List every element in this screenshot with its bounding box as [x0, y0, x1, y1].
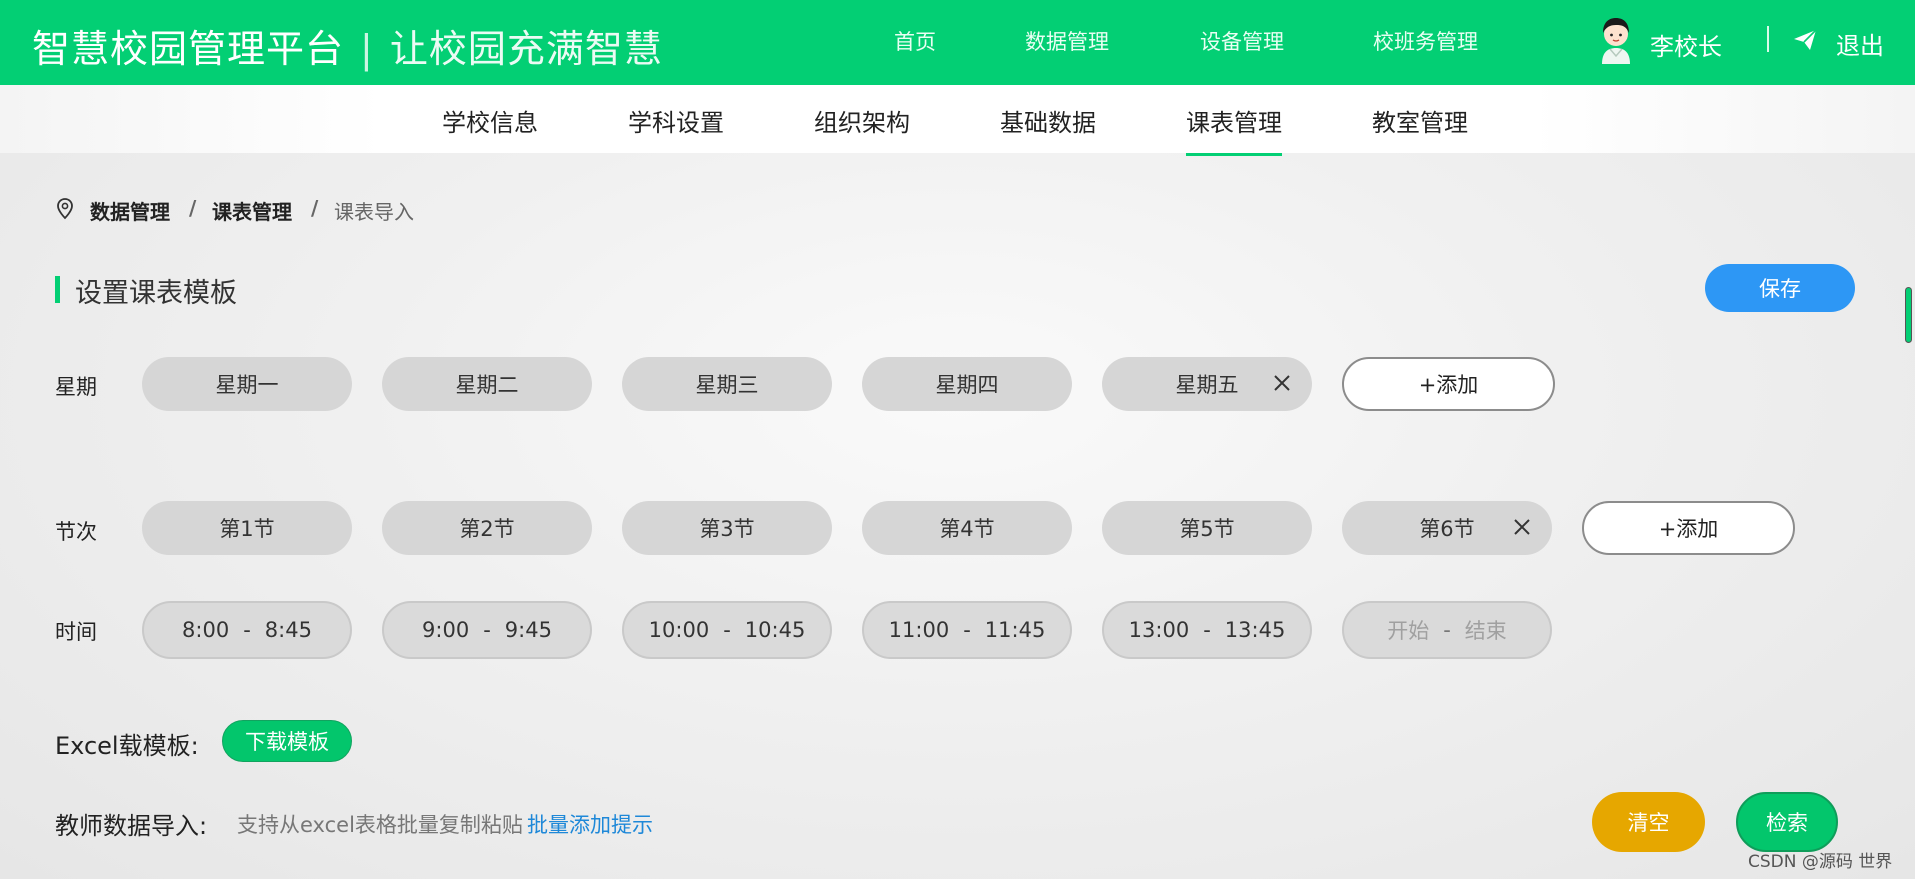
tab-subject-settings[interactable]: 学科设置 — [628, 103, 724, 138]
breadcrumb-separator: / — [189, 196, 197, 220]
search-button[interactable]: 检索 — [1736, 792, 1838, 852]
location-pin-icon — [57, 198, 73, 220]
weekday-chip-label: 星期五 — [1175, 373, 1239, 397]
period-row-label: 节次 — [55, 520, 97, 544]
period-chip[interactable]: 第2节 — [382, 501, 592, 555]
batch-add-tips-link[interactable]: 批量添加提示 — [527, 809, 653, 839]
time-range-input[interactable]: 9:00-9:45 — [382, 601, 592, 659]
period-chip-label: 第4节 — [939, 517, 995, 541]
time-range-input[interactable]: 11:00-11:45 — [862, 601, 1072, 659]
period-chip[interactable]: 第1节 — [142, 501, 352, 555]
weekday-chip-label: 星期二 — [455, 373, 519, 397]
teacher-import-label: 教师数据导入: — [55, 812, 208, 840]
clear-button[interactable]: 清空 — [1592, 792, 1705, 852]
weekday-chip-label: 星期四 — [935, 373, 999, 397]
time-start: 10:00 — [648, 618, 710, 642]
weekday-row-label: 星期 — [55, 375, 97, 399]
time-row-label: 时间 — [55, 620, 97, 644]
nav-device-management[interactable]: 设备管理 — [1200, 26, 1284, 56]
period-chip-label: 第1节 — [219, 517, 275, 541]
brand-separator: | — [360, 27, 374, 71]
breadcrumb-schedule-management[interactable]: 课表管理 — [212, 196, 292, 225]
time-range-input[interactable]: 8:00-8:45 — [142, 601, 352, 659]
sub-navigation: 学校信息 学科设置 组织架构 基础数据 课表管理 教室管理 — [0, 85, 1915, 156]
period-chip[interactable]: 第5节 — [1102, 501, 1312, 555]
weekday-chip[interactable]: 星期二 — [382, 357, 592, 411]
time-range-input[interactable]: 10:00-10:45 — [622, 601, 832, 659]
weekday-chip[interactable]: 星期一 — [142, 357, 352, 411]
time-start: 9:00 — [422, 618, 470, 642]
app-slogan: 让校园充满智慧 — [389, 27, 663, 71]
tab-schedule-management[interactable]: 课表管理 — [1186, 103, 1282, 156]
breadcrumb-data-management[interactable]: 数据管理 — [90, 196, 170, 225]
time-end: 10:45 — [744, 618, 806, 642]
time-range-input-empty[interactable]: 开始 - 结束 — [1342, 601, 1552, 659]
weekday-chip-label: 星期一 — [215, 373, 279, 397]
tab-org-structure[interactable]: 组织架构 — [814, 103, 910, 138]
time-start: 8:00 — [182, 618, 230, 642]
time-end: 9:45 — [504, 618, 552, 642]
weekday-chip-label: 星期三 — [695, 373, 759, 397]
time-dash: - — [723, 618, 731, 642]
time-dash: - — [483, 618, 491, 642]
weekday-chip[interactable]: 星期四 — [862, 357, 1072, 411]
avatar — [1602, 18, 1630, 64]
import-hint: 支持从excel表格批量复制粘贴 — [237, 813, 523, 837]
period-chip-label: 第5节 — [1179, 517, 1235, 541]
tab-school-info[interactable]: 学校信息 — [442, 103, 538, 138]
close-icon[interactable] — [1510, 515, 1534, 539]
save-button[interactable]: 保存 — [1705, 264, 1855, 312]
time-dash: - — [1443, 618, 1451, 642]
time-start-placeholder: 开始 — [1387, 619, 1430, 643]
period-chip[interactable]: 第6节 — [1342, 501, 1552, 555]
time-dash: - — [963, 618, 971, 642]
scrollbar-thumb[interactable] — [1905, 287, 1912, 343]
top-header: 智慧校园管理平台 | 让校园充满智慧 首页 数据管理 设备管理 校班务管理 李校长 … — [0, 0, 1915, 85]
period-chip[interactable]: 第3节 — [622, 501, 832, 555]
time-end: 13:45 — [1224, 618, 1286, 642]
header-divider — [1767, 26, 1769, 52]
time-range-input[interactable]: 13:00-13:45 — [1102, 601, 1312, 659]
time-end: 8:45 — [264, 618, 312, 642]
send-icon — [1794, 29, 1817, 50]
close-icon[interactable] — [1270, 371, 1294, 395]
brand: 智慧校园管理平台 | 让校园充满智慧 — [32, 18, 663, 73]
app-title: 智慧校园管理平台 — [32, 27, 345, 71]
time-start: 13:00 — [1128, 618, 1190, 642]
section-accent-bar — [55, 276, 60, 303]
breadcrumb-separator: / — [311, 196, 319, 220]
nav-class-affairs[interactable]: 校班务管理 — [1373, 26, 1478, 56]
download-template-button[interactable]: 下载模板 — [222, 720, 352, 762]
user-name: 李校长 — [1650, 33, 1722, 61]
watermark: CSDN @源码 世界 — [1748, 852, 1893, 872]
period-chip-label: 第3节 — [699, 517, 755, 541]
time-dash: - — [243, 618, 251, 642]
period-chip-label: 第2节 — [459, 517, 515, 541]
add-period-button[interactable]: +添加 — [1582, 501, 1795, 555]
time-end-placeholder: 结束 — [1464, 619, 1507, 643]
breadcrumb-current: 课表导入 — [334, 200, 414, 224]
weekday-chip[interactable]: 星期五 — [1102, 357, 1312, 411]
nav-data-management[interactable]: 数据管理 — [1025, 26, 1109, 56]
time-start: 11:00 — [888, 618, 950, 642]
tab-basic-data[interactable]: 基础数据 — [1000, 103, 1096, 138]
weekday-chip[interactable]: 星期三 — [622, 357, 832, 411]
period-chip[interactable]: 第4节 — [862, 501, 1072, 555]
time-dash: - — [1203, 618, 1211, 642]
tab-classroom-management[interactable]: 教室管理 — [1372, 103, 1468, 138]
add-weekday-button[interactable]: +添加 — [1342, 357, 1555, 411]
time-end: 11:45 — [984, 618, 1046, 642]
section-title: 设置课表模板 — [75, 278, 237, 309]
logout-label: 退出 — [1836, 32, 1884, 60]
excel-template-label: Excel载模板: — [55, 732, 199, 760]
nav-home[interactable]: 首页 — [894, 26, 936, 56]
period-chip-label: 第6节 — [1419, 517, 1475, 541]
